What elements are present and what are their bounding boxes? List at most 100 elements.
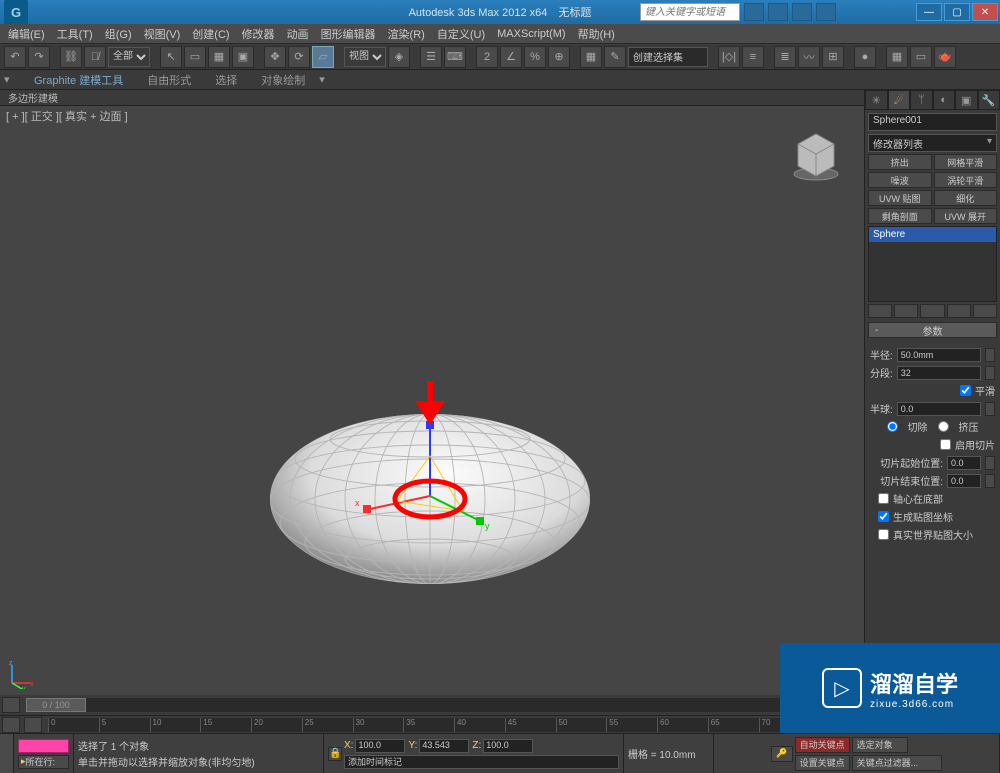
track-bar[interactable]: 05101520253035404550556065707580 [0,715,864,733]
keyboard-shortcut-icon[interactable]: ⌨ [444,46,466,68]
setkey-button[interactable]: 设置关键点 [795,755,850,771]
app-logo-icon[interactable]: G [4,0,28,24]
tab-utilities-icon[interactable]: 🔧 [978,90,1000,110]
link-icon[interactable]: ⛓ [60,46,82,68]
tab-graphite[interactable]: Graphite 建模工具 [24,70,133,90]
show-end-result-icon[interactable] [894,304,918,318]
named-sel-icon[interactable]: ▦ [580,46,602,68]
segments-input[interactable]: 32 [897,366,981,380]
scale-icon[interactable]: ▱ [312,46,334,68]
remove-mod-icon[interactable] [947,304,971,318]
configure-sets-icon[interactable] [973,304,997,318]
time-slider-prev-icon[interactable] [2,697,20,713]
mod-bevelprofile-button[interactable]: 剩角剖面 [868,208,932,224]
viewport-label[interactable]: [ + ][ 正交 ][ 真实 + 边面 ] [6,108,128,124]
manipulate-icon[interactable]: ☰ [420,46,442,68]
menu-graph[interactable]: 图形编辑器 [321,26,376,42]
menu-create[interactable]: 创建(C) [192,26,229,42]
named-sel-edit-icon[interactable]: ✎ [604,46,626,68]
star-icon[interactable] [792,3,812,21]
tab-modify-icon[interactable]: ☄ [888,90,911,110]
key-target-dropdown[interactable]: 选定对象 [852,737,908,753]
mod-extrude-button[interactable]: 挤出 [868,154,932,170]
modifier-stack[interactable]: Sphere [868,226,997,302]
tab-hierarchy-icon[interactable]: ᛘ [910,90,933,110]
gen-uv-checkbox[interactable] [878,511,889,522]
unlink-icon[interactable]: ⛓̸ [84,46,106,68]
quick-search-input[interactable] [640,3,740,21]
radius-spinner[interactable] [985,348,995,362]
menu-edit[interactable]: 编辑(E) [8,26,45,42]
segments-spinner[interactable] [985,366,995,380]
snap-toggle-icon[interactable]: 2 [476,46,498,68]
autokey-button[interactable]: 自动关键点 [795,737,850,753]
tab-freeform[interactable]: 自由形式 [137,70,201,90]
minimize-button[interactable]: — [916,3,942,21]
hemisphere-spinner[interactable] [985,402,995,416]
menu-render[interactable]: 渲染(R) [388,26,425,42]
track-filter-icon[interactable] [24,717,42,733]
mod-turbosmooth-button[interactable]: 涡轮平滑 [934,172,998,188]
tab-selection[interactable]: 选择 [205,70,247,90]
viewport[interactable]: [ + ][ 正交 ][ 真实 + 边面 ] [0,106,864,695]
move-icon[interactable]: ✥ [264,46,286,68]
curve-editor-icon[interactable]: 〰 [798,46,820,68]
ref-coord-system[interactable]: 视图 [344,47,386,67]
slice-to-input[interactable]: 0.0 [947,474,981,488]
mod-noise-button[interactable]: 噪波 [868,172,932,188]
real-uv-checkbox[interactable] [878,529,889,540]
percent-snap-icon[interactable]: % [524,46,546,68]
select-region-icon[interactable]: ▦ [208,46,230,68]
mod-meshsmooth-button[interactable]: 网格平滑 [934,154,998,170]
modifier-list-dropdown[interactable]: 修改器列表 [868,134,997,152]
align-icon[interactable]: ≡ [742,46,764,68]
scene-object-sphere[interactable]: x y [245,381,615,601]
ribbon-expand-icon[interactable]: ▾ [4,73,20,86]
angle-snap-icon[interactable]: ∠ [500,46,522,68]
tab-create-icon[interactable]: ✳ [865,90,888,110]
mod-uvwunwrap-button[interactable]: UVW 展开 [934,208,998,224]
chop-radio[interactable] [887,421,898,432]
mirror-icon[interactable]: |◇| [718,46,740,68]
time-slider[interactable]: 0 / 100 [0,695,864,715]
slice-from-spinner[interactable] [985,456,995,470]
object-name-input[interactable]: Sphere001 [868,113,997,131]
track-ruler[interactable]: 05101520253035404550556065707580 [48,718,860,732]
selection-filter[interactable]: 全部 [108,47,150,67]
stack-item-sphere[interactable]: Sphere [869,227,996,242]
time-slider-thumb[interactable]: 0 / 100 [26,698,86,712]
window-crossing-icon[interactable]: ▣ [232,46,254,68]
select-icon[interactable]: ↖ [160,46,182,68]
coord-x-input[interactable]: 100.0 [355,739,405,753]
radius-input[interactable]: 50.0mm [897,348,981,362]
tab-paint[interactable]: 对象绘制 [251,70,315,90]
hemisphere-input[interactable]: 0.0 [897,402,981,416]
schematic-icon[interactable]: ⊞ [822,46,844,68]
spinner-snap-icon[interactable]: ⊕ [548,46,570,68]
menu-help[interactable]: 帮助(H) [578,26,615,42]
menu-group[interactable]: 组(G) [105,26,132,42]
lock-selection-icon[interactable]: 🔒 [328,747,342,761]
add-time-tag-label[interactable]: 添加时间标记 [348,755,402,768]
make-unique-icon[interactable] [920,304,944,318]
render-icon[interactable]: 🫖 [934,46,956,68]
tab-motion-icon[interactable]: ◐ [933,90,956,110]
ribbon-minimize-icon[interactable]: ▾ [319,73,335,86]
menu-animation[interactable]: 动画 [287,26,309,42]
undo-icon[interactable]: ↶ [4,46,26,68]
search-icon[interactable] [744,3,764,21]
tab-display-icon[interactable]: ▣ [955,90,978,110]
redo-icon[interactable]: ↷ [28,46,50,68]
smooth-checkbox[interactable] [960,385,971,396]
rendered-frame-icon[interactable]: ▭ [910,46,932,68]
key-filter-button[interactable]: 关键点过滤器... [852,755,942,771]
coord-z-input[interactable]: 100.0 [483,739,533,753]
material-icon[interactable]: ● [854,46,876,68]
slice-on-checkbox[interactable] [940,439,951,450]
mini-curve-editor-icon[interactable] [2,717,20,733]
key-icon[interactable]: 🔑 [771,746,792,762]
slice-to-spinner[interactable] [985,474,995,488]
slice-from-input[interactable]: 0.0 [947,456,981,470]
layer-icon[interactable]: ≣ [774,46,796,68]
pivot-icon[interactable]: ◈ [388,46,410,68]
